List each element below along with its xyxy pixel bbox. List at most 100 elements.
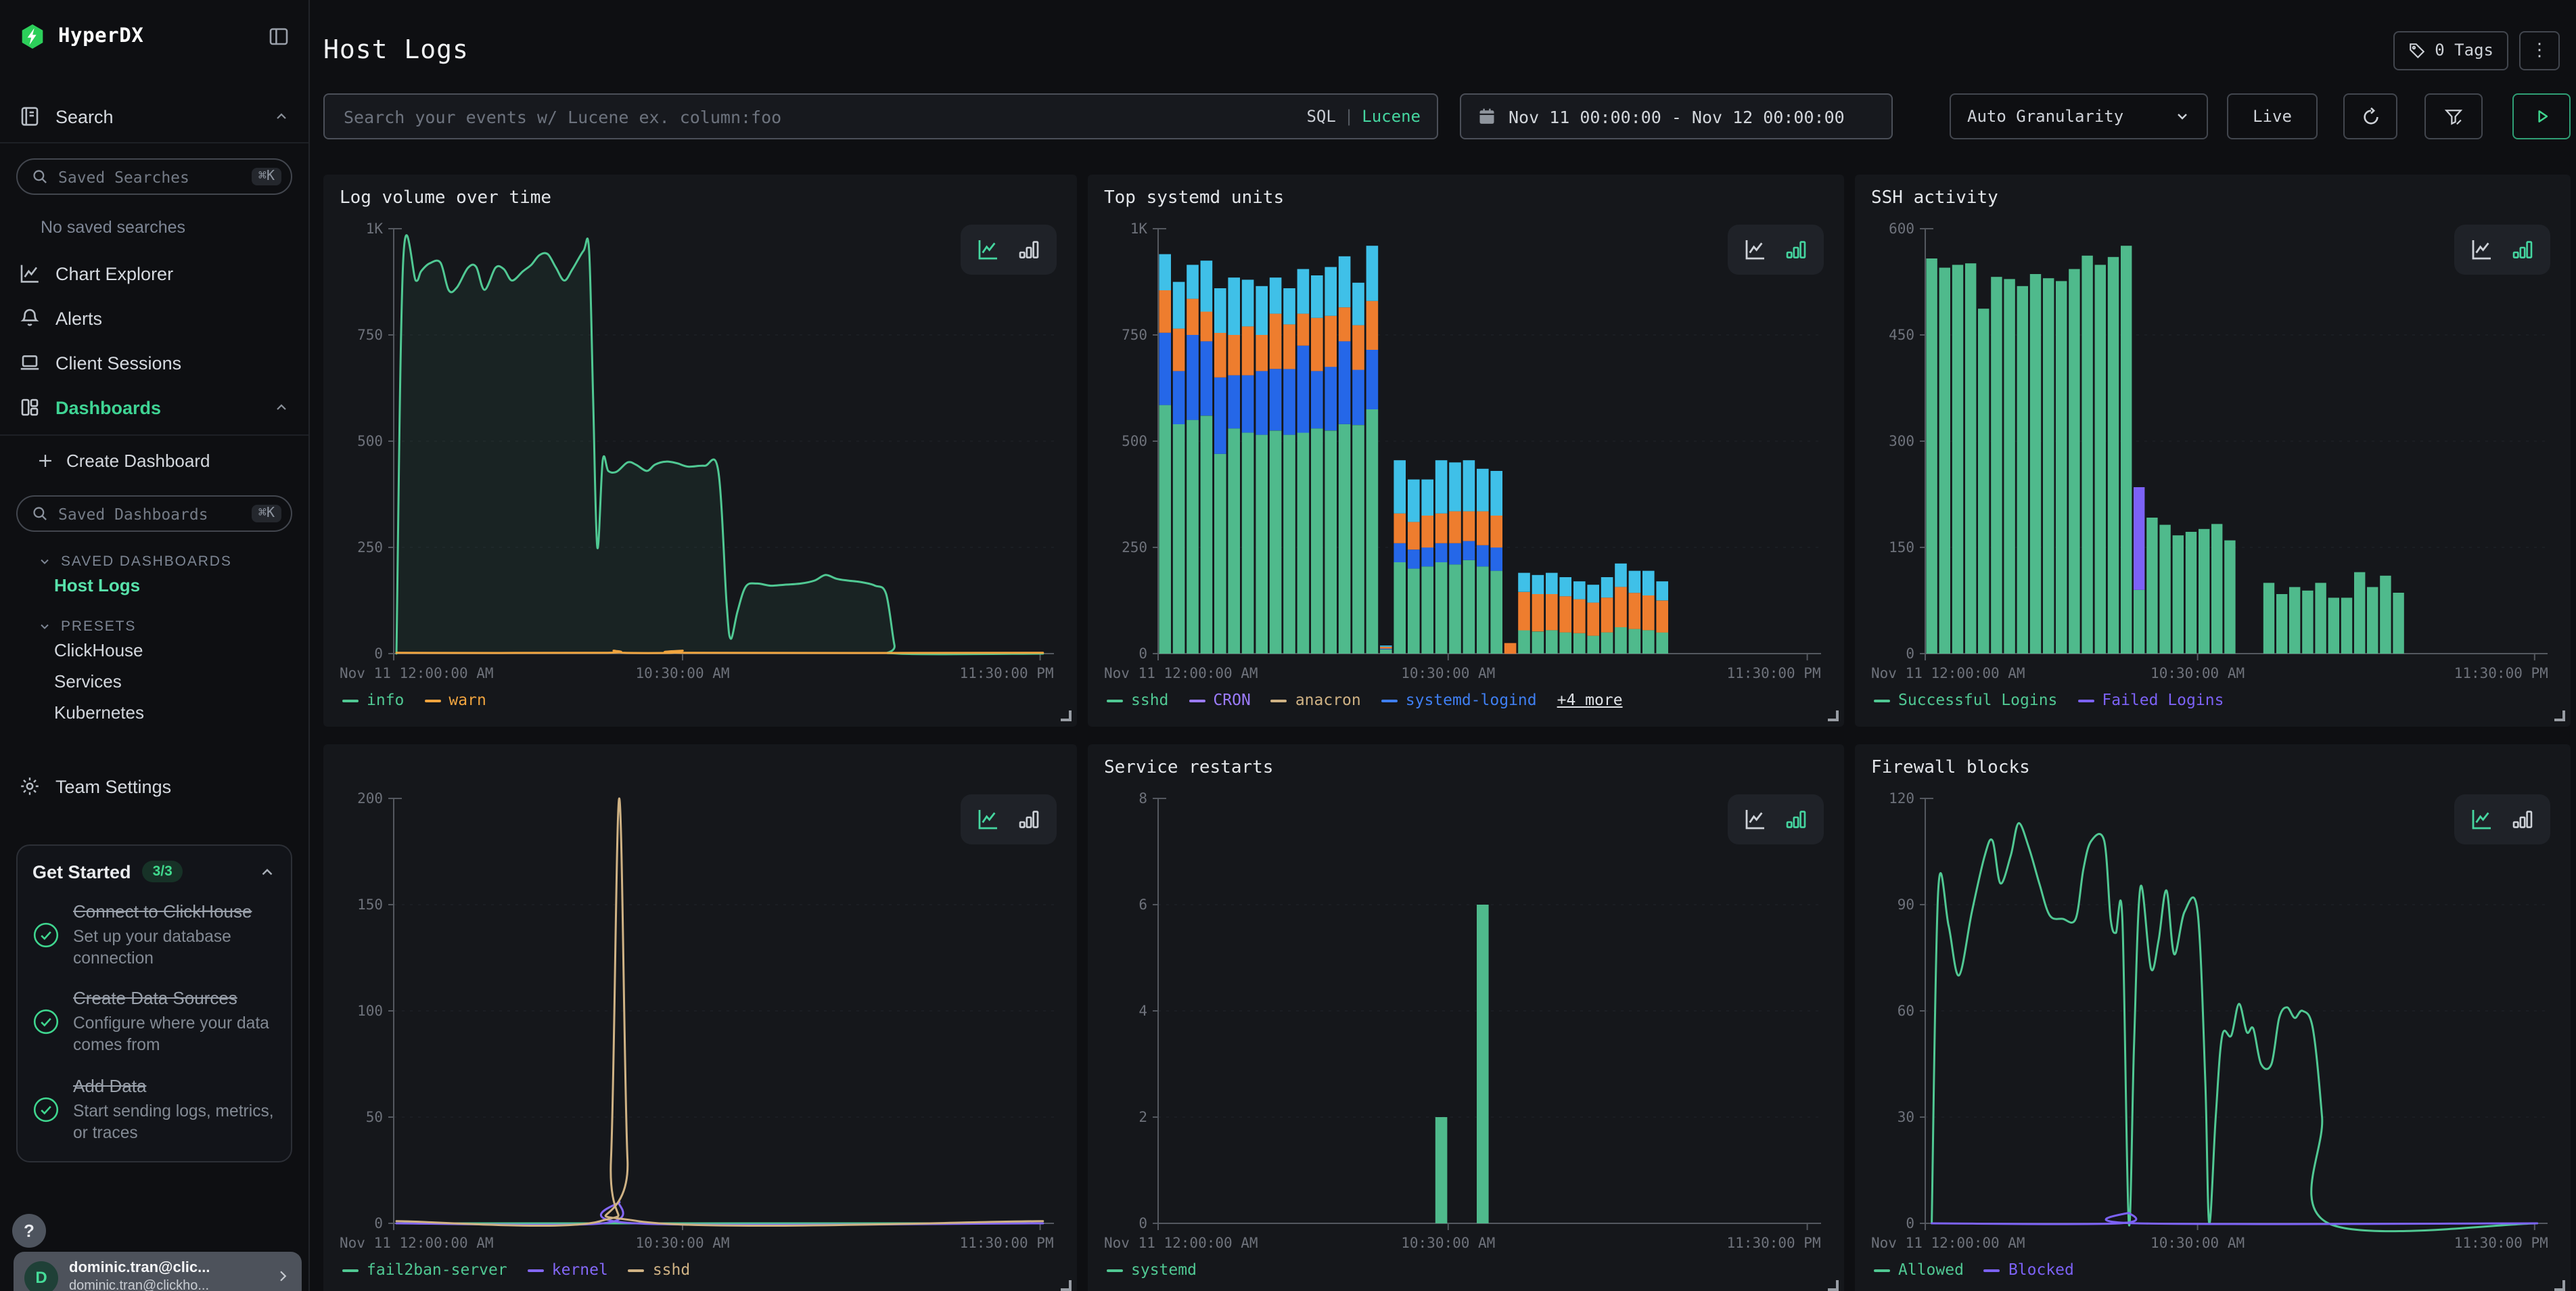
bar-view-toggle[interactable] [1017, 808, 1040, 831]
chart-view-toggle [1728, 225, 1824, 275]
svg-text:11:30:00 PM: 11:30:00 PM [1727, 665, 1821, 681]
create-dashboard-button[interactable]: Create Dashboard [14, 444, 295, 478]
granularity-select[interactable]: Auto Granularity [1950, 93, 2208, 139]
line-view-toggle[interactable] [2470, 238, 2493, 261]
search-icon [31, 505, 49, 522]
chart-view-toggle [2454, 794, 2550, 844]
divider [0, 142, 308, 143]
bar-view-toggle[interactable] [1017, 238, 1040, 261]
chart-view-toggle [2454, 225, 2550, 275]
saved-searches-field[interactable] [58, 167, 242, 186]
sidebar-item-label: Search [55, 106, 114, 127]
line-view-toggle[interactable] [1744, 808, 1767, 831]
panel-resize-handle[interactable] [1061, 1280, 1072, 1291]
chart-legend: AllowedBlocked [1871, 1260, 2554, 1279]
svg-text:10:30:00 AM: 10:30:00 AM [1401, 665, 1495, 681]
date-range-picker[interactable]: Nov 11 00:00:00 - Nov 12 00:00:00 [1460, 93, 1893, 139]
legend-item-Allowed: Allowed [1874, 1260, 1964, 1279]
journal-icon [19, 106, 41, 127]
svg-text:11:30:00 PM: 11:30:00 PM [960, 1235, 1054, 1251]
svg-text:150: 150 [357, 897, 383, 913]
refresh-button[interactable] [2343, 93, 2397, 139]
event-search-box[interactable]: SQL|Lucene [323, 93, 1438, 139]
svg-text:11:30:00 PM: 11:30:00 PM [2454, 665, 2548, 681]
bar-view-toggle[interactable] [1785, 238, 1808, 261]
section-header: SAVED DASHBOARDS [61, 553, 232, 570]
legend-item-Successful Logins: Successful Logins [1874, 690, 2057, 709]
sidebar-item-host-logs[interactable]: Host Logs [14, 570, 295, 601]
sidebar-item-label: Client Sessions [55, 353, 181, 373]
line-view-toggle[interactable] [977, 808, 1000, 831]
get-started-step-sources[interactable]: Create Data Sources Configure where your… [32, 987, 276, 1057]
sidebar-item-kubernetes[interactable]: Kubernetes [14, 697, 295, 728]
sidebar-item-services[interactable]: Services [14, 666, 295, 697]
help-button[interactable]: ? [12, 1214, 46, 1248]
svg-text:150: 150 [1889, 539, 1914, 556]
bar-view-toggle[interactable] [2511, 808, 2534, 831]
panel-resize-handle[interactable] [1828, 710, 1839, 721]
refresh-icon [2360, 106, 2380, 127]
lucene-mode-toggle[interactable]: Lucene [1362, 107, 1421, 126]
legend-more-link[interactable]: +4 more [1557, 690, 1623, 709]
sidebar-item-label: Chart Explorer [55, 263, 173, 284]
chart-panel-log-volume: Log volume over time1K7505002500Nov 11 1… [323, 175, 1077, 727]
live-button[interactable]: Live [2227, 93, 2318, 139]
panel-menu-button[interactable]: ⋮ [2519, 30, 2560, 70]
divider [0, 434, 308, 436]
sidebar-item-team-settings[interactable]: Team Settings [14, 769, 295, 804]
svg-text:0: 0 [1906, 646, 1914, 662]
saved-dashboards-section-toggle[interactable]: SAVED DASHBOARDS [38, 553, 295, 570]
saved-searches-input[interactable]: ⌘K [16, 158, 292, 195]
chart-title [340, 758, 1061, 785]
panel-resize-handle[interactable] [1828, 1280, 1839, 1291]
svg-text:1K: 1K [366, 221, 384, 237]
panel-resize-handle[interactable] [1061, 710, 1072, 721]
saved-dashboards-field[interactable] [58, 504, 242, 523]
get-started-step-add-data[interactable]: Add Data Start sending logs, metrics, or… [32, 1074, 276, 1144]
panel-resize-handle[interactable] [2554, 710, 2565, 721]
presets-section-toggle[interactable]: PRESETS [38, 618, 295, 635]
date-range-value: Nov 11 00:00:00 - Nov 12 00:00:00 [1509, 106, 1845, 127]
gear-icon [19, 775, 41, 797]
chart-panel-top-systemd-units: Top systemd units1K7505002500Nov 11 12:0… [1088, 175, 1844, 727]
granularity-value: Auto Granularity [1967, 107, 2123, 126]
sidebar-item-clickhouse[interactable]: ClickHouse [14, 635, 295, 666]
tags-button[interactable]: 0 Tags [2393, 30, 2508, 70]
user-email: dominic.tran@clickho... [69, 1279, 264, 1291]
svg-text:30: 30 [1898, 1109, 1914, 1125]
sidebar-item-dashboards[interactable]: Dashboards [14, 390, 295, 425]
app-name: HyperDX [58, 26, 256, 47]
sidebar-item-label: Dashboards [55, 397, 161, 417]
user-menu[interactable]: D dominic.tran@clic... dominic.tran@clic… [14, 1252, 302, 1291]
line-view-toggle[interactable] [1744, 238, 1767, 261]
get-started-step-connect[interactable]: Connect to ClickHouse Set up your databa… [32, 900, 276, 970]
bar-view-toggle[interactable] [1785, 808, 1808, 831]
sidebar-item-client-sessions[interactable]: Client Sessions [14, 345, 295, 380]
event-search-input[interactable] [341, 105, 1293, 128]
filter-edit-button[interactable] [2424, 93, 2483, 139]
saved-dashboards-input[interactable]: ⌘K [16, 495, 292, 532]
sql-mode-toggle[interactable]: SQL [1306, 107, 1335, 126]
sidebar-item-search[interactable]: Search [14, 99, 295, 134]
svg-text:250: 250 [357, 539, 383, 556]
line-view-toggle[interactable] [977, 238, 1000, 261]
circle-check-icon [32, 1008, 60, 1035]
sidebar-item-alerts[interactable]: Alerts [14, 300, 295, 336]
step-title: Create Data Sources [73, 989, 237, 1009]
bar-view-toggle[interactable] [2511, 238, 2534, 261]
chart-view-toggle [961, 225, 1057, 275]
svg-text:2: 2 [1138, 1109, 1147, 1125]
chart-canvas: 200150100500Nov 11 12:00:00 AM10:30:00 A… [340, 785, 1061, 1256]
run-query-button[interactable] [2512, 93, 2571, 139]
legend-item-sshd: sshd [1107, 690, 1168, 709]
line-view-toggle[interactable] [2470, 808, 2493, 831]
svg-text:4: 4 [1138, 1003, 1147, 1019]
user-name: dominic.tran@clic... [69, 1260, 264, 1279]
sidebar-item-chart-explorer[interactable]: Chart Explorer [14, 256, 295, 291]
chevron-up-icon[interactable] [258, 863, 276, 880]
app-window: HyperDX Search ⌘K No saved searches [0, 0, 2576, 1291]
chart-panel-ssh-activity: SSH activity6004503001500Nov 11 12:00:00… [1855, 175, 2571, 727]
sidebar-collapse-button[interactable] [268, 26, 290, 47]
chart-canvas: 6004503001500Nov 11 12:00:00 AM10:30:00 … [1871, 215, 2554, 686]
panel-resize-handle[interactable] [2554, 1280, 2565, 1291]
